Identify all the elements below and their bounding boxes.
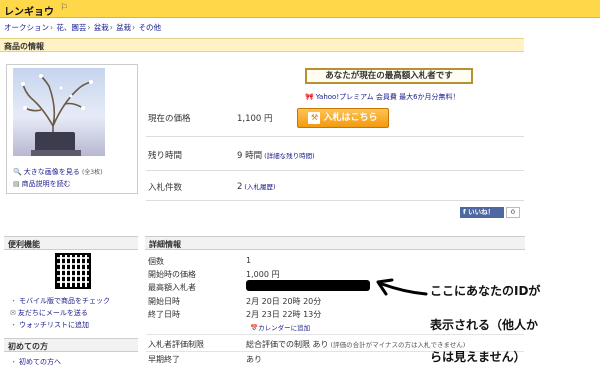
- end-time-value: 2月 23日 22時 13分: [246, 310, 322, 319]
- annotation-arrow: [376, 278, 428, 296]
- flag-icon[interactable]: ⚐: [60, 3, 68, 13]
- highest-bidder-label: 最高額入札者: [148, 283, 196, 292]
- section-beginners: 初めての方: [4, 338, 138, 352]
- breadcrumb-other[interactable]: その他: [139, 23, 162, 32]
- breadcrumb: オークション› 花、園芸› 盆栽› 盆栽› その他: [4, 23, 162, 32]
- section-convenience-label: 便利機能: [8, 240, 40, 249]
- quantity-label: 個数: [148, 257, 164, 266]
- title-bar: レンギョウ ⚐: [0, 0, 600, 18]
- current-price-label: 現在の価格: [148, 114, 191, 124]
- start-time-label: 開始日時: [148, 297, 180, 306]
- time-left-value: 9 時間 (詳細な残り時間): [237, 151, 315, 161]
- breadcrumb-flowers[interactable]: 花、園芸: [56, 23, 86, 32]
- sidebar-link-watchlist[interactable]: ・ウォッチリストに追加: [10, 320, 89, 330]
- page-title: レンギョウ: [4, 7, 54, 18]
- section-item-info-label: 商品の情報: [4, 42, 44, 51]
- ribbon-icon: 🎀: [305, 93, 314, 101]
- qr-code: [55, 253, 91, 289]
- sidebar-link-email[interactable]: ✉ 友だちにメールを送る: [10, 308, 88, 318]
- hammer-icon: ⚒: [308, 111, 321, 124]
- start-price-label: 開始時の価格: [148, 270, 196, 279]
- mail-icon: ✉: [10, 309, 16, 317]
- divider: [146, 334, 524, 335]
- divider: [146, 136, 524, 137]
- start-price-value: 1,000 円: [246, 270, 280, 279]
- early-end-value: あり: [246, 355, 262, 364]
- time-detail-link[interactable]: (詳細な残り時間): [264, 152, 315, 160]
- bid-history-link[interactable]: (入札履歴): [244, 183, 275, 191]
- divider: [146, 200, 524, 201]
- annotation-line-1: ここにあなたのIDが: [430, 284, 541, 298]
- annotation-line-3: らは見えません）: [430, 350, 526, 364]
- start-time-value: 2月 20日 20時 20分: [246, 297, 322, 306]
- sidebar-link-beginners[interactable]: ・初めての方へ: [10, 357, 61, 367]
- sidebar-link-mobile[interactable]: ・モバイル版で商品をチェック: [10, 296, 110, 306]
- breadcrumb-bonsai-1[interactable]: 盆栽: [94, 23, 109, 32]
- early-end-label: 早期終了: [148, 355, 180, 364]
- facebook-icon: f: [463, 208, 466, 216]
- section-beginners-label: 初めての方: [8, 342, 48, 351]
- breadcrumb-bonsai-2[interactable]: 盆栽: [116, 23, 131, 32]
- enlarge-image-link[interactable]: 🔍 大きな画像を見る (全3枚): [13, 167, 102, 177]
- calendar-icon: 📅: [250, 324, 259, 332]
- divider: [146, 170, 524, 171]
- section-item-info: 商品の情報: [0, 38, 524, 52]
- premium-promo-link[interactable]: 🎀 Yahoo!プレミアム 会員費 最大6か月分無料！: [305, 92, 460, 102]
- time-left-label: 残り時間: [148, 151, 183, 161]
- annotation-line-2: 表示される（他人か: [430, 318, 539, 332]
- section-details-label: 詳細情報: [149, 240, 181, 249]
- bid-count-label: 入札件数: [148, 183, 183, 193]
- like-count: 0: [506, 207, 520, 218]
- magnifier-icon: 🔍: [13, 168, 22, 176]
- read-description-link[interactable]: ▤ 商品説明を読む: [13, 179, 71, 189]
- end-time-label: 終了日時: [148, 310, 180, 319]
- add-to-calendar-link[interactable]: 📅カレンダーに追加: [250, 322, 310, 332]
- bid-count-value: 2 (入札履歴): [237, 182, 276, 192]
- highest-bidder-badge: あなたが現在の最高額入札者です: [305, 68, 473, 84]
- redacted-bidder-id: [246, 280, 370, 291]
- document-icon: ▤: [13, 180, 20, 188]
- breadcrumb-auction[interactable]: オークション: [4, 23, 49, 32]
- item-photo[interactable]: [13, 68, 105, 156]
- bidder-rating-label: 入札者評価制限: [148, 340, 204, 349]
- quantity-value: 1: [246, 256, 252, 265]
- facebook-like-button[interactable]: f いいね！: [460, 207, 504, 218]
- section-details: 詳細情報: [145, 236, 525, 250]
- image-panel: 🔍 大きな画像を見る (全3枚) ▤ 商品説明を読む: [6, 64, 138, 194]
- section-convenience: 便利機能: [4, 236, 138, 250]
- current-price-value: 1,100 円: [237, 114, 273, 124]
- bid-button[interactable]: ⚒ 入札はこちら: [297, 108, 389, 128]
